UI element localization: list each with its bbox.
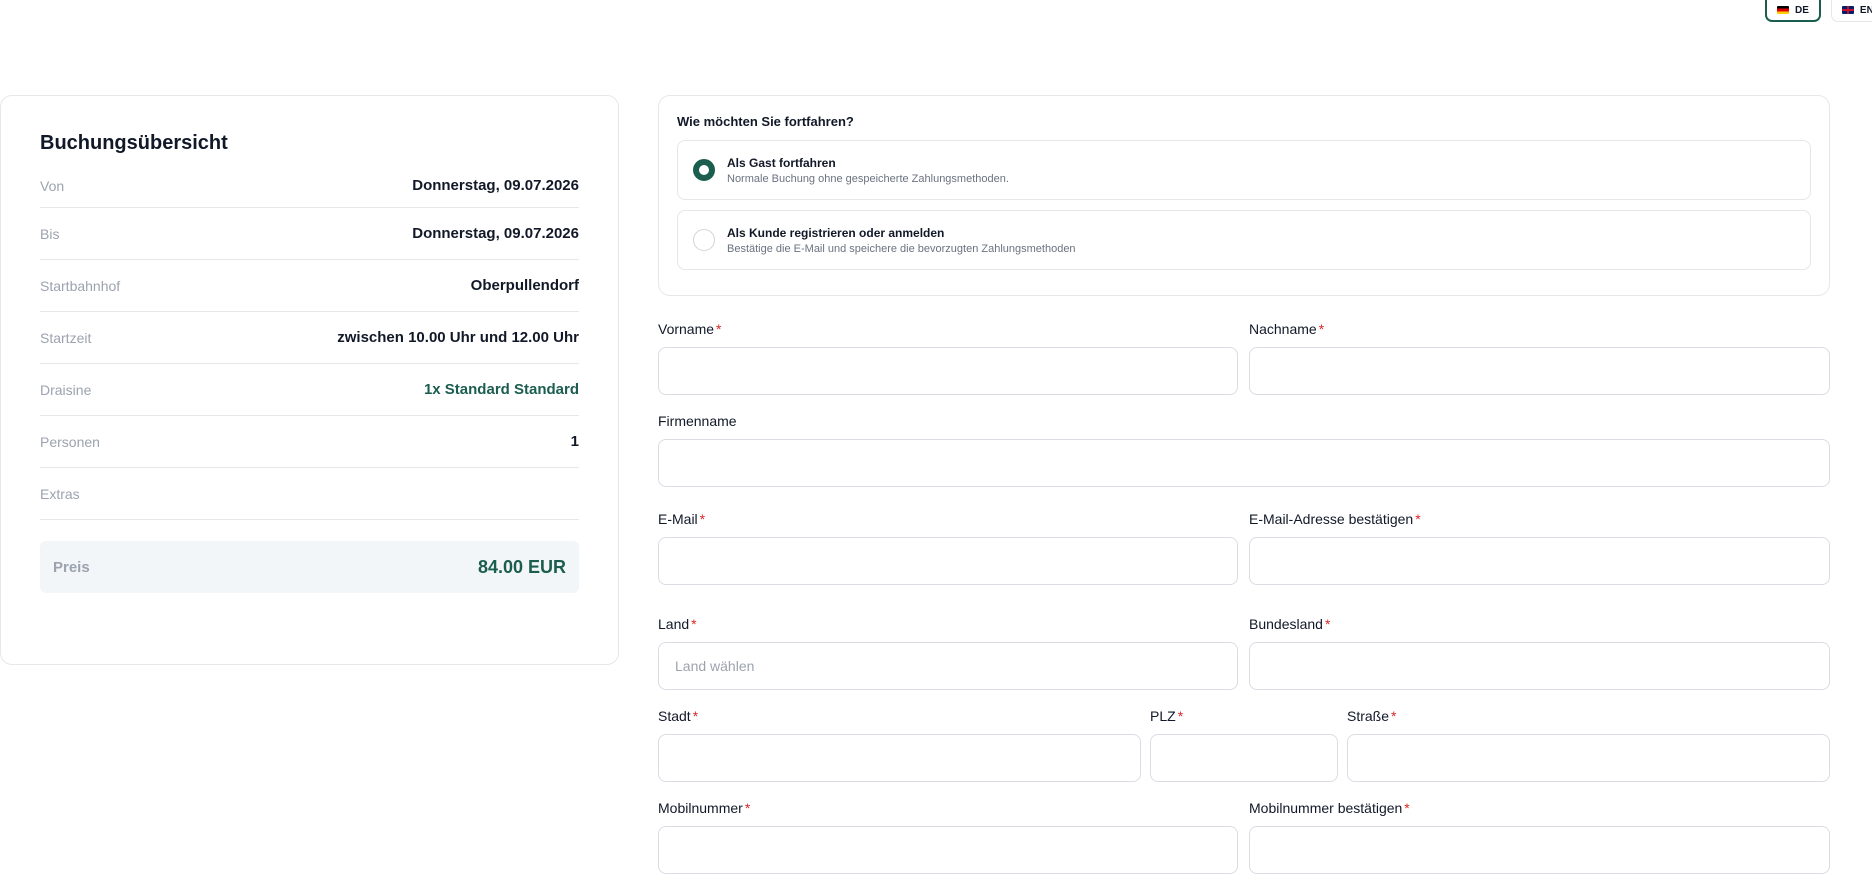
customer-option-description: Bestätige die E-Mail und speichere die b… — [727, 242, 1076, 255]
required-marker: * — [1318, 321, 1325, 337]
customer-option-text: Als Kunde registrieren oder anmelden Bes… — [727, 226, 1076, 255]
email-confirm-label: E-Mail-Adresse bestätigen * — [1249, 511, 1421, 527]
email-input[interactable] — [658, 537, 1238, 585]
zip-input[interactable] — [1150, 734, 1338, 782]
language-de-button[interactable]: DE — [1765, 0, 1821, 22]
required-marker: * — [716, 321, 722, 337]
summary-label: Von — [40, 177, 65, 194]
first-name-label: Vorname * — [658, 321, 722, 337]
summary-value: 1 — [570, 433, 579, 450]
summary-label: Draisine — [40, 381, 92, 398]
state-field: Bundesland * — [1249, 616, 1830, 690]
company-input[interactable] — [658, 439, 1830, 487]
email-confirm-input[interactable] — [1249, 537, 1830, 585]
summary-label: Bis — [40, 225, 60, 242]
summary-value: 1x Standard Standard — [423, 381, 579, 398]
guest-option[interactable]: Als Gast fortfahren Normale Buchung ohne… — [677, 140, 1811, 200]
proceed-choice-card: Wie möchten Sie fortfahren? Als Gast for… — [658, 95, 1830, 296]
guest-radio[interactable] — [693, 159, 715, 181]
summary-row-to: Bis Donnerstag, 09.07.2026 — [40, 208, 579, 260]
language-en-label: EN — [1859, 4, 1872, 16]
price-value: 84.00 EUR — [477, 556, 566, 577]
zip-field: PLZ * — [1150, 708, 1338, 782]
state-input[interactable] — [1249, 642, 1830, 690]
price-label: Preis — [53, 558, 90, 576]
country-select[interactable] — [658, 642, 1238, 690]
mobile-confirm-label: Mobilnummer bestätigen * — [1249, 800, 1410, 816]
mobile-confirm-field: Mobilnummer bestätigen * — [1249, 800, 1830, 874]
state-label: Bundesland * — [1249, 616, 1331, 632]
summary-value: zwischen 10.00 Uhr und 12.00 Uhr — [337, 329, 579, 346]
street-field: Straße * — [1347, 708, 1830, 782]
summary-row-start-time: Startzeit zwischen 10.00 Uhr und 12.00 U… — [40, 312, 579, 364]
country-label: Land * — [658, 616, 697, 632]
guest-option-title: Als Gast fortfahren — [727, 155, 836, 170]
mobile-input[interactable] — [658, 826, 1238, 874]
summary-label: Personen — [40, 433, 100, 450]
booking-summary-card: Buchungsübersicht Von Donnerstag, 09.07.… — [0, 95, 619, 665]
city-input[interactable] — [658, 734, 1141, 782]
required-marker: * — [691, 616, 697, 632]
guest-option-description: Normale Buchung ohne gespeicherte Zahlun… — [727, 172, 1009, 185]
summary-row-extras: Extras — [40, 468, 579, 520]
city-label: Stadt * — [658, 708, 699, 724]
required-marker: * — [1324, 616, 1331, 632]
street-input[interactable] — [1347, 734, 1830, 782]
required-marker: * — [744, 800, 751, 816]
summary-label: Startzeit — [40, 329, 92, 346]
mobile-label: Mobilnummer * — [658, 800, 751, 816]
summary-row-start-station: Startbahnhof Oberpullendorf — [40, 260, 579, 312]
customer-radio[interactable] — [693, 229, 715, 251]
uk-flag-icon — [1841, 6, 1854, 14]
price-box: Preis 84.00 EUR — [40, 541, 579, 593]
company-field: Firmenname — [658, 413, 1830, 487]
language-en-button[interactable]: EN — [1830, 0, 1872, 22]
customer-option-title: Als Kunde registrieren oder anmelden — [727, 225, 945, 240]
german-flag-icon — [1777, 6, 1789, 14]
street-label: Straße * — [1347, 708, 1397, 724]
required-marker: * — [1177, 708, 1184, 724]
summary-title: Buchungsübersicht — [40, 132, 228, 154]
last-name-label: Nachname * — [1249, 321, 1325, 337]
last-name-input[interactable] — [1249, 347, 1830, 395]
summary-value: Oberpullendorf — [470, 277, 579, 294]
email-field: E-Mail * — [658, 511, 1238, 585]
required-marker: * — [1415, 511, 1421, 527]
mobile-field: Mobilnummer * — [658, 800, 1238, 874]
required-marker: * — [699, 511, 706, 527]
email-label: E-Mail * — [658, 511, 706, 527]
customer-option[interactable]: Als Kunde registrieren oder anmelden Bes… — [677, 210, 1811, 270]
language-switcher: DE EN — [1765, 0, 1872, 22]
summary-row-persons: Personen 1 — [40, 416, 579, 468]
summary-value: Donnerstag, 09.07.2026 — [412, 225, 579, 242]
required-marker: * — [1391, 708, 1397, 724]
summary-row-from: Von Donnerstag, 09.07.2026 — [40, 164, 579, 208]
company-label: Firmenname — [658, 413, 737, 429]
city-field: Stadt * — [658, 708, 1141, 782]
language-de-label: DE — [1795, 4, 1809, 16]
country-field: Land * — [658, 616, 1238, 690]
email-confirm-field: E-Mail-Adresse bestätigen * — [1249, 511, 1830, 585]
first-name-field: Vorname * — [658, 321, 1238, 395]
required-marker: * — [1404, 800, 1410, 816]
mobile-confirm-input[interactable] — [1249, 826, 1830, 874]
zip-label: PLZ * — [1150, 708, 1184, 724]
summary-label: Extras — [40, 485, 80, 502]
summary-value: Donnerstag, 09.07.2026 — [412, 177, 579, 194]
first-name-input[interactable] — [658, 347, 1238, 395]
last-name-field: Nachname * — [1249, 321, 1830, 395]
proceed-question: Wie möchten Sie fortfahren? — [677, 114, 854, 129]
required-marker: * — [692, 708, 699, 724]
guest-option-text: Als Gast fortfahren Normale Buchung ohne… — [727, 156, 1009, 185]
summary-row-draisine: Draisine 1x Standard Standard — [40, 364, 579, 416]
summary-label: Startbahnhof — [40, 277, 121, 294]
